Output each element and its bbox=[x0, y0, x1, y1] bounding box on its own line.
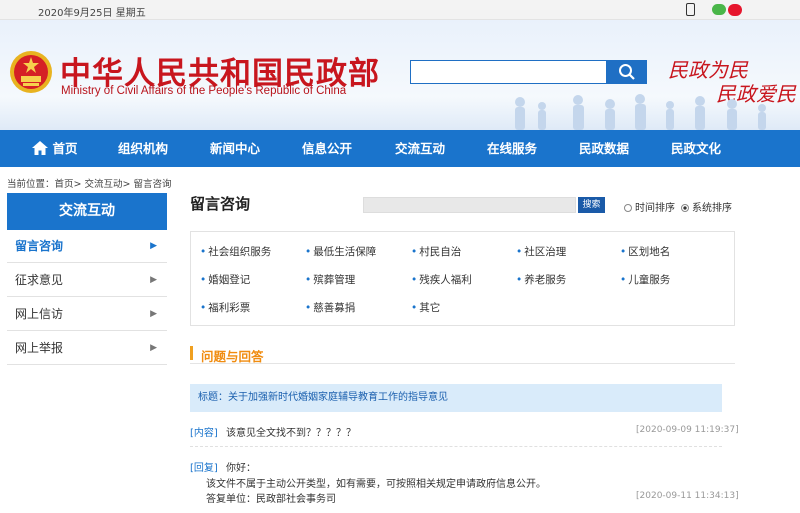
category-link[interactable]: • 最低生活保障 bbox=[305, 244, 376, 259]
qa-section-header: 问题与回答 bbox=[190, 344, 735, 364]
mobile-icon[interactable] bbox=[686, 3, 695, 16]
breadcrumb[interactable]: 当前位置：首页> 交流互动> 留言咨询 bbox=[7, 176, 171, 190]
reply-tag: [回复] bbox=[190, 463, 218, 474]
site-subtitle: Ministry of Civil Affairs of the People'… bbox=[61, 85, 347, 97]
bullet-icon: • bbox=[516, 246, 523, 258]
nav-interaction[interactable]: 交流互动 bbox=[385, 130, 455, 167]
message-search-input[interactable] bbox=[363, 197, 576, 213]
bullet-icon: • bbox=[305, 302, 312, 314]
sidebar-item-label: 留言咨询 bbox=[15, 239, 64, 253]
site-search-button[interactable] bbox=[607, 60, 647, 84]
section-accent-bar bbox=[190, 346, 193, 360]
radio-off-icon bbox=[624, 204, 632, 212]
qa-section-title: 问题与回答 bbox=[201, 349, 264, 364]
bullet-icon: • bbox=[411, 274, 418, 286]
category-link[interactable]: • 其它 bbox=[411, 300, 440, 315]
category-link[interactable]: • 儿童服务 bbox=[620, 272, 670, 287]
people-silhouette-decoration bbox=[515, 94, 766, 130]
content-tag: [内容] bbox=[190, 428, 218, 439]
sidebar-item-label: 征求意见 bbox=[15, 273, 64, 287]
sort-by-time-radio[interactable]: 时间排序 bbox=[624, 199, 675, 214]
reply-greeting: 你好： bbox=[226, 463, 256, 474]
nav-online-service[interactable]: 在线服务 bbox=[477, 130, 547, 167]
bullet-icon: • bbox=[200, 302, 207, 314]
sort-by-system-radio[interactable]: 系统排序 bbox=[681, 199, 732, 214]
page-title: 留言咨询 bbox=[190, 195, 251, 213]
chevron-right-icon: ▶ bbox=[150, 309, 157, 319]
bullet-icon: • bbox=[200, 274, 207, 286]
nav-home-label: 首页 bbox=[52, 141, 78, 156]
category-link[interactable]: • 慈善募捐 bbox=[305, 300, 355, 315]
message-search-button[interactable]: 搜索 bbox=[578, 197, 605, 213]
chevron-right-icon: ▶ bbox=[150, 241, 157, 251]
category-link[interactable]: • 殡葬管理 bbox=[305, 272, 355, 287]
question-timestamp: [2020-09-09 11:19:37] bbox=[636, 425, 739, 435]
divider bbox=[190, 446, 722, 447]
reply-content: 该文件不属于主动公开类型，如有需要，可按照相关规定申请政府信息公开。 bbox=[206, 479, 546, 490]
bullet-icon: • bbox=[200, 246, 207, 258]
sort-by-time-label: 时间排序 bbox=[635, 203, 675, 214]
category-grid: • 社会组织服务 • 最低生活保障 • 村民自治 • 社区治理 • 区划地名 • 婚姻登记 … bbox=[190, 231, 735, 326]
chevron-right-icon: ▶ bbox=[150, 275, 157, 285]
category-link[interactable]: • 婚姻登记 bbox=[200, 272, 250, 287]
national-emblem-icon bbox=[10, 51, 52, 93]
bullet-icon: • bbox=[411, 302, 418, 314]
bullet-icon: • bbox=[305, 274, 312, 286]
category-link[interactable]: • 村民自治 bbox=[411, 244, 461, 259]
radio-on-icon bbox=[681, 204, 689, 212]
nav-home[interactable]: 首页 bbox=[20, 130, 90, 167]
reply-timestamp: [2020-09-11 11:34:13] bbox=[636, 491, 739, 501]
nav-organization[interactable]: 组织机构 bbox=[108, 130, 178, 167]
bullet-icon: • bbox=[516, 274, 523, 286]
category-link[interactable]: • 养老服务 bbox=[516, 272, 566, 287]
nav-info-disclosure[interactable]: 信息公开 bbox=[292, 130, 362, 167]
search-icon bbox=[619, 63, 635, 80]
chevron-right-icon: ▶ bbox=[150, 343, 157, 353]
sidebar-item-label: 网上信访 bbox=[15, 307, 64, 321]
nav-news-center[interactable]: 新闻中心 bbox=[200, 130, 270, 167]
sidebar-item-message-consult[interactable]: 留言咨询 ▶ bbox=[7, 230, 167, 263]
bullet-icon: • bbox=[620, 274, 627, 286]
sidebar-item-online-report[interactable]: 网上举报 ▶ bbox=[7, 332, 167, 365]
home-icon bbox=[32, 141, 49, 155]
main-navigation: 首页 组织机构 新闻中心 信息公开 交流互动 在线服务 民政数据 民政文化 bbox=[0, 130, 800, 167]
category-link[interactable]: • 社区治理 bbox=[516, 244, 566, 259]
reply-unit: 答复单位：民政部社会事务司 bbox=[206, 494, 336, 505]
top-utility-bar: 2020年9月25日 星期五 bbox=[0, 0, 800, 20]
bullet-icon: • bbox=[305, 246, 312, 258]
site-header: 中华人民共和国民政部 Ministry of Civil Affairs of … bbox=[0, 20, 800, 130]
bullet-icon: • bbox=[620, 246, 627, 258]
sidebar-item-online-petition[interactable]: 网上信访 ▶ bbox=[7, 298, 167, 331]
weibo-icon[interactable] bbox=[728, 4, 742, 16]
category-link[interactable]: • 社会组织服务 bbox=[200, 244, 271, 259]
category-link[interactable]: • 残疾人福利 bbox=[411, 272, 472, 287]
bullet-icon: • bbox=[411, 246, 418, 258]
nav-civil-data[interactable]: 民政数据 bbox=[569, 130, 639, 167]
question-content: 该意见全文找不到？？？？？ bbox=[226, 428, 356, 439]
wechat-icon[interactable] bbox=[712, 4, 726, 15]
current-date: 2020年9月25日 星期五 bbox=[38, 8, 146, 19]
site-search-input[interactable] bbox=[410, 60, 607, 84]
category-link[interactable]: • 福利彩票 bbox=[200, 300, 250, 315]
nav-civil-culture[interactable]: 民政文化 bbox=[661, 130, 731, 167]
sidebar-item-solicit-opinions[interactable]: 征求意见 ▶ bbox=[7, 264, 167, 297]
sidebar-item-label: 网上举报 bbox=[15, 341, 64, 355]
sidebar-heading: 交流互动 bbox=[7, 193, 167, 230]
question-title[interactable]: 标题：关于加强新时代婚姻家庭辅导教育工作的指导意见 bbox=[190, 384, 722, 412]
sort-by-system-label: 系统排序 bbox=[692, 203, 732, 214]
category-link[interactable]: • 区划地名 bbox=[620, 244, 670, 259]
